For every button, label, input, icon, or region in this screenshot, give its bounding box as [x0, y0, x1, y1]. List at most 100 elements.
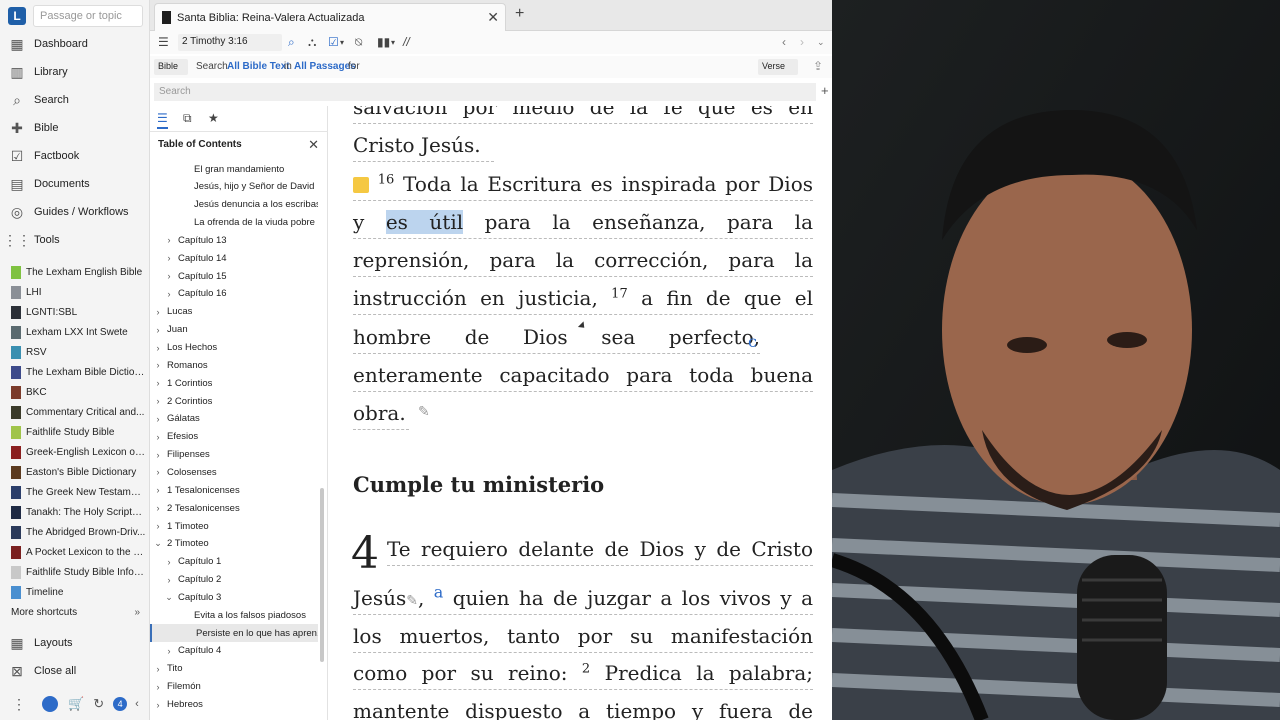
- toc-item[interactable]: › Romanos: [150, 356, 318, 374]
- chevron-right-icon[interactable]: ›: [164, 235, 174, 245]
- shortcut-item[interactable]: Easton's Bible Dictionary: [0, 462, 150, 482]
- toc-item[interactable]: › Capítulo 13: [150, 231, 318, 249]
- shortcut-item[interactable]: Faithlife Study Bible: [0, 422, 150, 442]
- chevron-right-icon[interactable]: ›: [164, 271, 174, 281]
- toc-item[interactable]: › Capítulo 14: [150, 249, 318, 267]
- shortcut-item[interactable]: Tanakh: The Holy Scriptur...: [0, 502, 150, 522]
- toc-item[interactable]: › Lucas: [150, 303, 318, 321]
- chevron-right-icon[interactable]: ›: [164, 289, 174, 299]
- chevron-right-icon[interactable]: ›: [164, 646, 174, 656]
- chevron-right-icon[interactable]: ›: [164, 575, 174, 585]
- toc-item[interactable]: › 1 Timoteo: [150, 517, 318, 535]
- user-avatar[interactable]: [42, 696, 58, 712]
- columns-icon[interactable]: ▮▮: [377, 35, 390, 49]
- chevron-right-icon[interactable]: ›: [164, 557, 174, 567]
- verse-dropdown[interactable]: Verse: [758, 59, 798, 75]
- chevron-right-icon[interactable]: ›: [153, 700, 163, 710]
- toc-scrollbar[interactable]: [320, 488, 324, 662]
- shortcut-item[interactable]: The Greek New Testament...: [0, 482, 150, 502]
- forward-icon[interactable]: ›: [800, 35, 804, 49]
- reference-input[interactable]: 2 Timothy 3:16: [178, 34, 282, 51]
- toc-item[interactable]: › Filipenses: [150, 446, 318, 464]
- sync-icon[interactable]: ↻: [93, 696, 104, 712]
- toc-item[interactable]: › Capítulo 4: [150, 642, 318, 660]
- shortcut-item[interactable]: LGNTI:SBL: [0, 302, 150, 322]
- toc-item[interactable]: › Juan: [150, 321, 318, 339]
- chevron-down-icon[interactable]: ▾: [340, 38, 344, 47]
- footnote-a-link[interactable]: a: [434, 582, 444, 601]
- toc-item[interactable]: La ofrenda de la viuda pobre: [150, 214, 318, 232]
- sticky-note-icon[interactable]: [353, 177, 369, 193]
- collapse-sidebar-icon[interactable]: ‹: [135, 698, 139, 710]
- nav-factbook[interactable]: ☑ Factbook: [0, 144, 150, 168]
- interlinear-icon[interactable]: ⍉: [355, 35, 362, 50]
- menu-icon[interactable]: ☰: [158, 35, 169, 49]
- nav-tools[interactable]: ⋮⋮ Tools: [0, 228, 150, 252]
- chevron-right-icon[interactable]: ›: [153, 325, 163, 335]
- chevron-down-icon[interactable]: ⌄: [817, 37, 825, 48]
- shortcut-item[interactable]: Lexham LXX Int Swete: [0, 322, 150, 342]
- chevron-right-icon[interactable]: ›: [153, 360, 163, 370]
- tab-santa-biblia[interactable]: Santa Biblia: Reina-Valera Actualizada ✕: [154, 3, 506, 31]
- toc-item[interactable]: › Capítulo 15: [150, 267, 318, 285]
- toc-item[interactable]: ⌄ Capítulo 3: [150, 588, 318, 606]
- toc-item[interactable]: › 2 Tesalonicenses: [150, 499, 318, 517]
- pen-icon[interactable]: ✎: [406, 593, 418, 609]
- chevron-right-icon[interactable]: ›: [153, 467, 163, 477]
- share-icon[interactable]: ⇪: [813, 59, 823, 73]
- add-icon[interactable]: +: [821, 83, 829, 98]
- search-range-link[interactable]: All Passages: [294, 61, 356, 72]
- favorites-star-icon[interactable]: ★: [208, 111, 219, 125]
- parallel-icon[interactable]: //: [403, 35, 410, 49]
- toc-item[interactable]: › Capítulo 16: [150, 285, 318, 303]
- shortcut-item[interactable]: LHI: [0, 282, 150, 302]
- toc-item[interactable]: › Filemón: [150, 678, 318, 696]
- search-kind-dropdown[interactable]: Bible: [154, 59, 188, 75]
- new-tab-icon[interactable]: +: [515, 5, 524, 23]
- back-icon[interactable]: ‹: [782, 35, 786, 49]
- chevron-right-icon[interactable]: ›: [153, 664, 163, 674]
- shortcut-item[interactable]: The Abridged Brown-Driv...: [0, 522, 150, 542]
- toc-item[interactable]: › Los Hechos: [150, 339, 318, 357]
- nav-library[interactable]: ▥ Library: [0, 60, 150, 84]
- nav-bible[interactable]: ✚ Bible: [0, 116, 150, 140]
- toc-item[interactable]: ⌄ 2 Timoteo: [150, 535, 318, 553]
- close-tab-icon[interactable]: ✕: [487, 9, 499, 26]
- layouts-button[interactable]: ▦ Layouts: [0, 631, 150, 655]
- passage-search-input[interactable]: Passage or topic: [33, 5, 143, 27]
- more-shortcuts-link[interactable]: More shortcuts »: [0, 600, 150, 624]
- nav-guides-workflows[interactable]: ◎ Guides / Workflows: [0, 200, 150, 224]
- toc-item[interactable]: Jesús denuncia a los escribas: [150, 196, 318, 214]
- chevron-right-icon[interactable]: ›: [153, 414, 163, 424]
- cart-icon[interactable]: 🛒: [68, 696, 84, 712]
- toc-item[interactable]: › Colosenses: [150, 463, 318, 481]
- nav-search[interactable]: ⌕ Search: [0, 88, 150, 112]
- chevron-right-icon[interactable]: ›: [153, 432, 163, 442]
- shortcut-item[interactable]: Faithlife Study Bible Infog...: [0, 562, 150, 582]
- information-tab-icon[interactable]: ⧉: [183, 111, 192, 126]
- toc-item[interactable]: Persiste en lo que has apren...: [150, 624, 318, 643]
- chevron-right-icon[interactable]: ›: [164, 253, 174, 263]
- chevron-down-icon[interactable]: ▾: [391, 38, 395, 47]
- shortcut-item[interactable]: The Lexham Bible Diction...: [0, 362, 150, 382]
- shortcut-item[interactable]: RSV: [0, 342, 150, 362]
- chevron-right-icon[interactable]: ›: [153, 682, 163, 692]
- close-all-button[interactable]: ⊠ Close all: [0, 659, 150, 683]
- shortcut-item[interactable]: Timeline: [0, 582, 150, 602]
- chevron-right-icon[interactable]: ›: [153, 343, 163, 353]
- toc-item[interactable]: › Hebreos: [150, 696, 318, 714]
- logos-logo[interactable]: L: [8, 7, 26, 25]
- shortcut-item[interactable]: The Lexham English Bible: [0, 262, 150, 282]
- toc-item[interactable]: Jesús, hijo y Señor de David: [150, 178, 318, 196]
- chevron-right-icon[interactable]: ›: [153, 521, 163, 531]
- toc-item[interactable]: › Tito: [150, 660, 318, 678]
- checklist-icon[interactable]: ☑: [328, 35, 339, 49]
- chevron-right-icon[interactable]: ›: [153, 307, 163, 317]
- chevron-down-icon[interactable]: ⌄: [164, 592, 174, 603]
- toc-item[interactable]: Evita a los falsos piadosos: [150, 606, 318, 624]
- shortcut-item[interactable]: A Pocket Lexicon to the Gr...: [0, 542, 150, 562]
- highlighted-text[interactable]: es útil: [385, 210, 464, 234]
- chevron-right-icon[interactable]: ›: [153, 503, 163, 513]
- chevron-right-icon[interactable]: ›: [153, 378, 163, 388]
- notification-badge[interactable]: 4: [113, 697, 128, 711]
